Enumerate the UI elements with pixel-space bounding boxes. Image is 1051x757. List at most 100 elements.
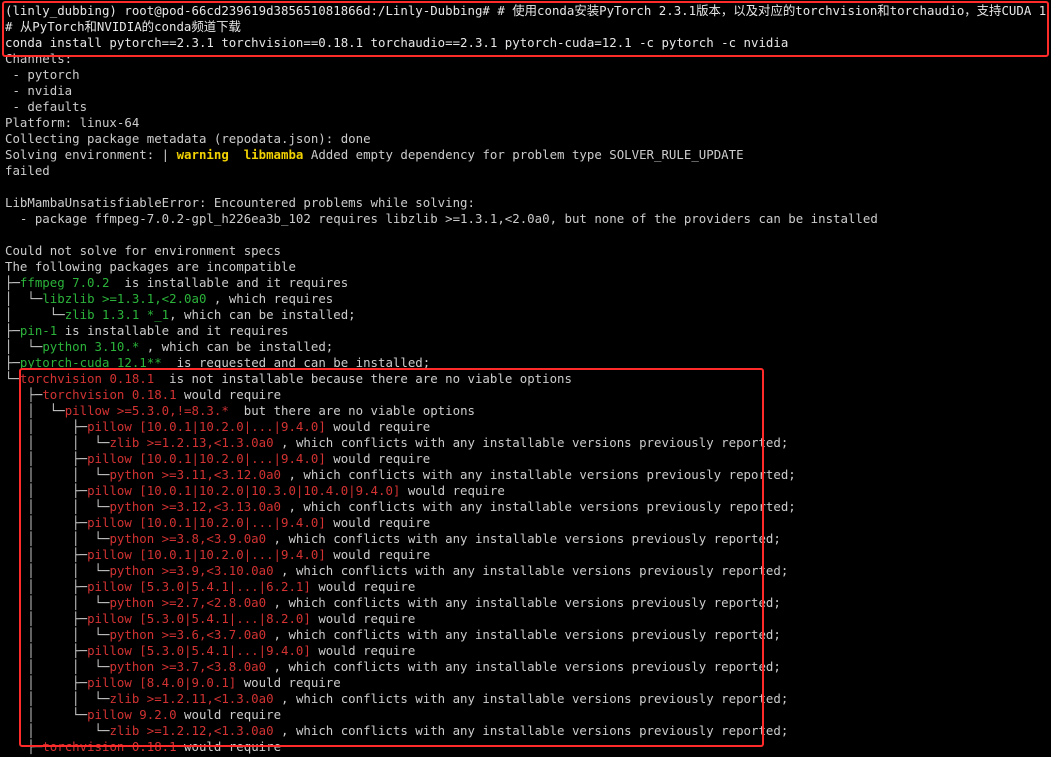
- terminal-text: │ ├─: [5, 611, 88, 626]
- terminal-text: would require: [310, 579, 416, 594]
- terminal-text: └─: [5, 371, 20, 386]
- terminal-text: - package ffmpeg-7.0.2-gpl_h226ea3b_102 …: [5, 211, 878, 226]
- terminal-text: would require: [400, 483, 505, 498]
- terminal-line: └─torchvision 0.18.1 is not installable …: [5, 371, 1049, 387]
- terminal-text: pillow [8.4.0|9.0.1]: [87, 675, 237, 690]
- terminal-text: The following packages are incompatible: [5, 259, 296, 274]
- terminal-text: Channels:: [5, 51, 73, 66]
- terminal-text: is installable and it requires: [109, 275, 349, 290]
- terminal-text: , which conflicts with any installable v…: [281, 499, 796, 514]
- terminal-text: pytorch-cuda 12.1**: [19, 355, 162, 370]
- terminal-text: │ │ └─: [5, 659, 110, 674]
- terminal-text: # 从PyTorch和NVIDIA的conda频道下载: [5, 19, 241, 34]
- terminal-text: │ │ └─: [5, 563, 110, 578]
- terminal-line: (linly_dubbing) root@pod-66cd239619d3856…: [5, 3, 1049, 19]
- terminal-text: │ └─: [5, 307, 65, 322]
- terminal-text: pillow 9.2.0: [87, 707, 177, 722]
- terminal-text: │ └─: [5, 707, 88, 722]
- terminal-line: │ ├─pillow [5.3.0|5.4.1|...|9.4.0] would…: [5, 643, 1049, 659]
- terminal-text: would require: [176, 739, 282, 754]
- terminal-text: , which conflicts with any installable v…: [266, 659, 781, 674]
- terminal-text: ├─: [5, 275, 20, 290]
- terminal-line: - defaults: [5, 99, 1049, 115]
- terminal-line: │ └─zlib >=1.2.12,<1.3.0a0 , which confl…: [5, 723, 1049, 739]
- terminal-text: ├─: [5, 387, 43, 402]
- terminal-text: torchvision 0.18.1: [42, 739, 177, 754]
- terminal-text: - nvidia: [5, 83, 73, 98]
- terminal-line: │ ├─pillow [8.4.0|9.0.1] would require: [5, 675, 1049, 691]
- terminal-line: ├─pytorch-cuda 12.1** is requested and c…: [5, 355, 1049, 371]
- terminal-text: pillow [5.3.0|5.4.1|...|9.4.0]: [87, 643, 311, 658]
- terminal-line: │ ├─pillow [10.0.1|10.2.0|...|9.4.0] wou…: [5, 451, 1049, 467]
- terminal-text: ├─: [5, 739, 43, 754]
- terminal-text: pillow [5.3.0|5.4.1|...|6.2.1]: [87, 579, 311, 594]
- terminal-text: Solving environment: |: [5, 147, 177, 162]
- terminal-text: is installable and it requires: [57, 323, 289, 338]
- terminal-text: │ ├─: [5, 419, 88, 434]
- terminal-text: │ ├─: [5, 643, 88, 658]
- terminal-text: - pytorch: [5, 67, 80, 82]
- terminal-text: │ ├─: [5, 579, 88, 594]
- terminal-text: │ │ └─: [5, 531, 110, 546]
- terminal-line: Channels:: [5, 51, 1049, 67]
- terminal-text: │ ├─: [5, 675, 88, 690]
- terminal-line: │ └─python 3.10.* , which can be install…: [5, 339, 1049, 355]
- terminal-line: │ │ └─python >=3.9,<3.10.0a0 , which con…: [5, 563, 1049, 579]
- terminal-text: but there are no viable options: [228, 403, 475, 418]
- terminal-text: - defaults: [5, 99, 88, 114]
- terminal-text: │ ├─: [5, 483, 88, 498]
- terminal-output[interactable]: (linly_dubbing) root@pod-66cd239619d3856…: [5, 3, 1049, 757]
- terminal-text: LibMambaUnsatisfiableError: Encountered …: [5, 195, 475, 210]
- terminal-line: ├─pin-1 is installable and it requires: [5, 323, 1049, 339]
- terminal-text: python >=3.12,<3.13.0a0: [109, 499, 282, 514]
- terminal-text: , which conflicts with any installable v…: [273, 691, 789, 706]
- terminal-text: would require: [310, 611, 416, 626]
- terminal-text: zlib >=1.2.12,<1.3.0a0: [109, 723, 274, 738]
- terminal-text: failed: [5, 163, 50, 178]
- terminal-text: (linly_dubbing) root@pod-66cd239619d3856…: [5, 3, 1049, 18]
- terminal-text: pillow [10.0.1|10.2.0|...|9.4.0]: [87, 547, 326, 562]
- terminal-text: │ │ └─: [5, 467, 110, 482]
- terminal-text: pillow [10.0.1|10.2.0|...|9.4.0]: [87, 451, 326, 466]
- terminal-text: would require: [176, 707, 282, 722]
- terminal-text: would require: [236, 675, 341, 690]
- terminal-line: │ └─libzlib >=1.3.1,<2.0a0 , which requi…: [5, 291, 1049, 307]
- terminal-text: │ │ └─: [5, 627, 110, 642]
- terminal-text: pin-1: [19, 323, 58, 338]
- terminal-line: Could not solve for environment specs: [5, 243, 1049, 259]
- terminal-line: │ ├─pillow [5.3.0|5.4.1|...|8.2.0] would…: [5, 611, 1049, 627]
- terminal-text: conda install pytorch==2.3.1 torchvision…: [5, 35, 789, 50]
- terminal-line: - nvidia: [5, 83, 1049, 99]
- terminal-line: Platform: linux-64: [5, 115, 1049, 131]
- terminal-text: Added empty dependency for problem type …: [303, 147, 744, 162]
- terminal-text: python >=3.11,<3.12.0a0: [109, 467, 282, 482]
- terminal-text: , which conflicts with any installable v…: [266, 531, 781, 546]
- terminal-line: ├─ffmpeg 7.0.2 is installable and it req…: [5, 275, 1049, 291]
- terminal-line: conda install pytorch==2.3.1 torchvision…: [5, 35, 1049, 51]
- terminal-text: pillow [10.0.1|10.2.0|...|9.4.0]: [87, 515, 326, 530]
- terminal-text: is not installable because there are no …: [154, 371, 572, 386]
- terminal-text: │ └─: [5, 291, 43, 306]
- terminal-text: , which conflicts with any installable v…: [273, 563, 789, 578]
- terminal-text: libzlib >=1.3.1,<2.0a0: [42, 291, 207, 306]
- terminal-line: │ │ └─zlib >=1.2.11,<1.3.0a0 , which con…: [5, 691, 1049, 707]
- terminal-text: │ │ └─: [5, 499, 110, 514]
- terminal-line: │ ├─pillow [10.0.1|10.2.0|...|9.4.0] wou…: [5, 419, 1049, 435]
- terminal-text: pillow [10.0.1|10.2.0|10.3.0|10.4.0|9.4.…: [87, 483, 401, 498]
- terminal-text: ├─: [5, 323, 20, 338]
- terminal-line: # 从PyTorch和NVIDIA的conda频道下载: [5, 19, 1049, 35]
- terminal-text: ffmpeg 7.0.2: [19, 275, 110, 290]
- terminal-line: │ ├─pillow [10.0.1|10.2.0|...|9.4.0] wou…: [5, 515, 1049, 531]
- terminal-text: │ ├─: [5, 451, 88, 466]
- terminal-text: python 3.10.*: [42, 339, 140, 354]
- terminal-line: │ └─pillow 9.2.0 would require: [5, 707, 1049, 723]
- terminal-line: Collecting package metadata (repodata.js…: [5, 131, 1049, 147]
- terminal-text: Platform: linux-64: [5, 115, 140, 130]
- terminal-text: , which requires: [206, 291, 334, 306]
- terminal-line: │ │ └─zlib >=1.2.13,<1.3.0a0 , which con…: [5, 435, 1049, 451]
- terminal-line: The following packages are incompatible: [5, 259, 1049, 275]
- terminal-text: │ │ └─: [5, 435, 110, 450]
- terminal-line: failed: [5, 163, 1049, 179]
- terminal-text: Could not solve for environment specs: [5, 243, 282, 258]
- terminal-text: is requested and can be installed;: [161, 355, 431, 370]
